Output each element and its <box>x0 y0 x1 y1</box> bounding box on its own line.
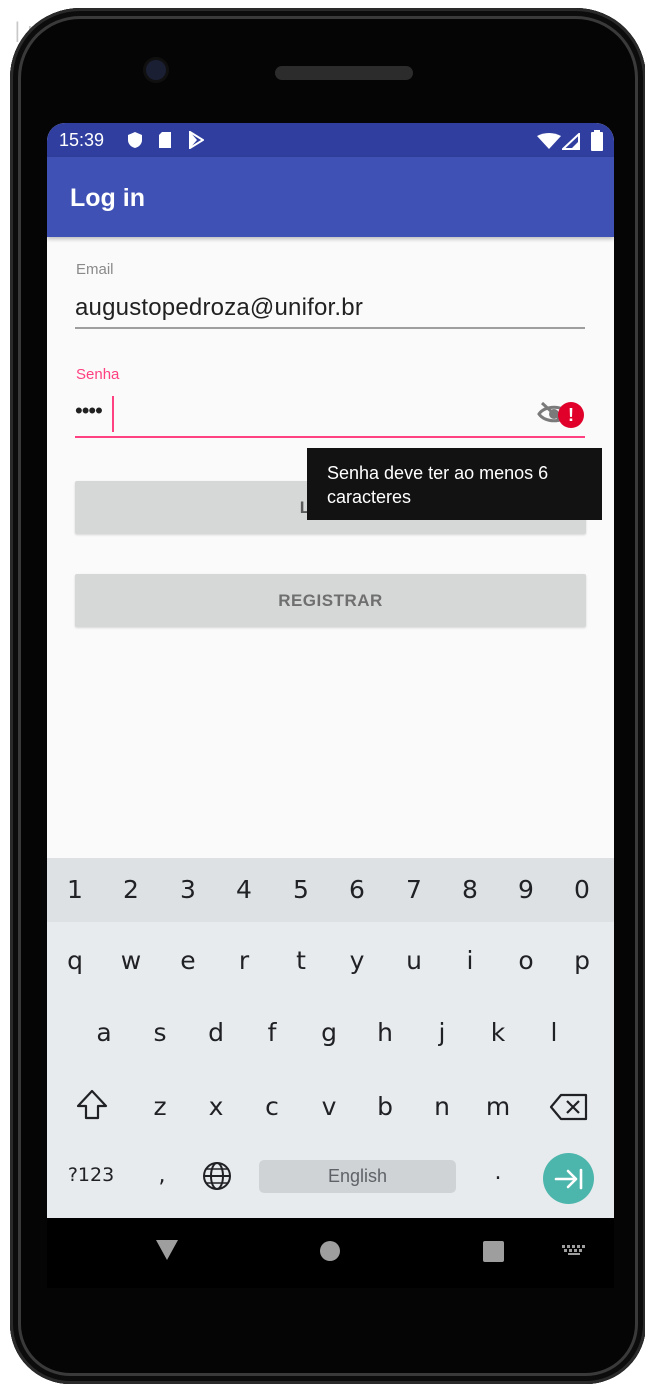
email-label: Email <box>76 261 114 278</box>
next-arrow-icon <box>554 1168 583 1190</box>
key-x[interactable]: x <box>196 1092 236 1121</box>
key-1[interactable]: 1 <box>55 875 95 904</box>
key-h[interactable]: h <box>365 1018 405 1047</box>
status-time: 15:39 <box>59 130 105 150</box>
navigation-bar <box>47 1218 614 1288</box>
password-error-tooltip: Senha deve ter ao menos 6 caracteres <box>307 448 602 520</box>
email-field[interactable]: augustopedroza@unifor.br <box>75 294 363 322</box>
key-d[interactable]: d <box>196 1018 236 1047</box>
password-underline <box>75 436 585 438</box>
enter-key[interactable] <box>543 1153 594 1204</box>
space-bar[interactable]: English <box>259 1160 456 1193</box>
home-icon[interactable] <box>319 1240 341 1262</box>
key-6[interactable]: 6 <box>337 875 377 904</box>
globe-icon[interactable] <box>201 1160 233 1192</box>
key-c[interactable]: c <box>252 1092 292 1121</box>
symbols-key[interactable]: ?123 <box>61 1164 121 1186</box>
shift-icon[interactable] <box>75 1088 109 1122</box>
recents-icon[interactable] <box>483 1241 504 1262</box>
app-bar: Log in <box>47 157 614 237</box>
key-9[interactable]: 9 <box>506 875 546 904</box>
key-z[interactable]: z <box>140 1092 180 1121</box>
key-7[interactable]: 7 <box>394 875 434 904</box>
key-k[interactable]: k <box>478 1018 518 1047</box>
key-s[interactable]: s <box>140 1018 180 1047</box>
key-i[interactable]: i <box>450 946 490 975</box>
keyboard-switch-icon[interactable] <box>562 1245 588 1257</box>
page-title: Log in <box>70 184 145 212</box>
key-t[interactable]: t <box>281 946 321 975</box>
sd-card-icon <box>159 132 171 148</box>
key-m[interactable]: m <box>478 1092 518 1121</box>
key-f[interactable]: f <box>252 1018 292 1047</box>
key-y[interactable]: y <box>337 946 377 975</box>
password-label: Senha <box>76 366 120 383</box>
soft-keyboard: 1 2 3 4 5 6 7 8 9 0 q w e r t y u i o p … <box>47 858 614 1218</box>
key-r[interactable]: r <box>224 946 264 975</box>
password-field[interactable]: •••• <box>75 398 103 424</box>
register-button[interactable]: REGISTRAR <box>75 574 586 627</box>
comma-key[interactable]: , <box>142 1163 182 1188</box>
key-l[interactable]: l <box>534 1018 574 1047</box>
key-8[interactable]: 8 <box>450 875 490 904</box>
text-cursor <box>112 396 114 432</box>
key-q[interactable]: q <box>55 946 95 975</box>
play-store-icon <box>189 131 204 149</box>
key-n[interactable]: n <box>422 1092 462 1121</box>
app-screen: 15:39 Log in Email augustopedroza@unifor… <box>47 123 614 1218</box>
key-p[interactable]: p <box>562 946 602 975</box>
email-underline <box>75 327 585 329</box>
signal-icon <box>562 133 580 150</box>
key-e[interactable]: e <box>168 946 208 975</box>
key-3[interactable]: 3 <box>168 875 208 904</box>
period-key[interactable]: . <box>478 1160 518 1185</box>
key-2[interactable]: 2 <box>111 875 151 904</box>
camera-icon <box>146 60 166 80</box>
key-g[interactable]: g <box>309 1018 349 1047</box>
speaker-grille <box>275 66 413 80</box>
key-5[interactable]: 5 <box>281 875 321 904</box>
key-u[interactable]: u <box>394 946 434 975</box>
shield-icon <box>128 132 142 148</box>
error-icon: ! <box>558 402 584 428</box>
key-0[interactable]: 0 <box>562 875 602 904</box>
wifi-icon <box>537 133 561 149</box>
battery-icon <box>591 130 603 151</box>
key-a[interactable]: a <box>84 1018 124 1047</box>
key-j[interactable]: j <box>422 1018 462 1047</box>
key-o[interactable]: o <box>506 946 546 975</box>
back-icon[interactable] <box>155 1239 179 1261</box>
key-4[interactable]: 4 <box>224 875 264 904</box>
key-w[interactable]: w <box>111 946 151 975</box>
backspace-icon[interactable] <box>549 1092 589 1122</box>
status-bar: 15:39 <box>47 123 614 157</box>
key-v[interactable]: v <box>309 1092 349 1121</box>
key-b[interactable]: b <box>365 1092 405 1121</box>
